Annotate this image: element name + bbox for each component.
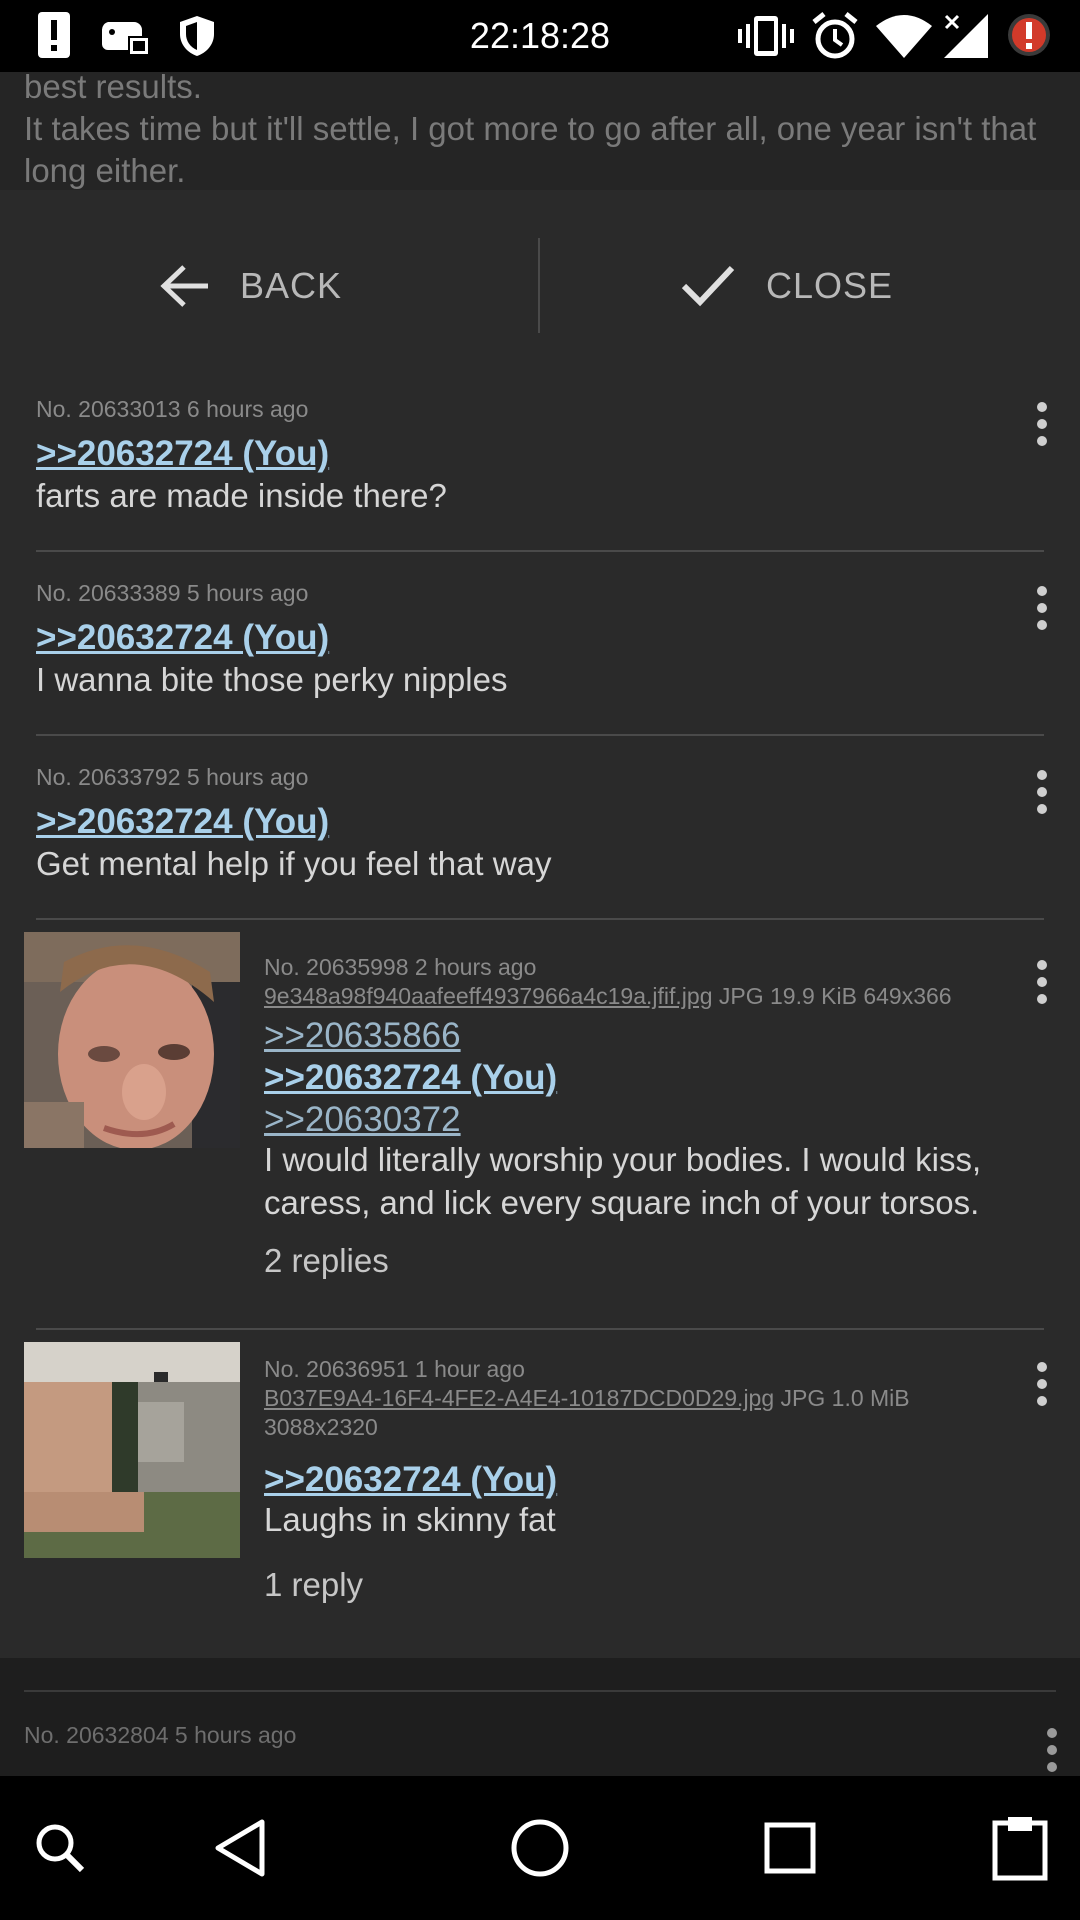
post-menu-button[interactable]: [1034, 586, 1050, 637]
close-label: CLOSE: [766, 265, 894, 306]
back-triangle-icon[interactable]: [200, 1776, 280, 1920]
post-body: farts are made inside there?: [36, 477, 447, 514]
post-divider: [24, 1690, 1056, 1692]
file-name-link[interactable]: 9e348a98f940aafeeff4937966a4c19a.jfif.jp…: [264, 983, 713, 1009]
post-divider: [36, 1328, 1044, 1330]
quote-link[interactable]: >>20632724 (You): [264, 1460, 557, 1500]
quote-link[interactable]: >>20632724 (You): [36, 434, 329, 474]
navigation-bar: [0, 1776, 1080, 1920]
file-info: B037E9A4-16F4-4FE2-A4E4-10187DCD0D29.jpg…: [264, 1384, 984, 1442]
replies-link[interactable]: 1 reply: [264, 1566, 363, 1604]
post-menu-button[interactable]: [1034, 770, 1050, 821]
post-body: I wanna bite those perky nipples: [36, 661, 508, 698]
post-meta: No. 20633792 5 hours ago: [36, 764, 309, 790]
reply-post: No. 20633013 6 hours ago >>20632724 (You…: [0, 380, 1080, 564]
status-bar: 22:18:28: [0, 0, 1080, 72]
post-thumbnail[interactable]: [24, 1342, 240, 1558]
post-meta: No. 20632804 5 hours ago: [24, 1722, 297, 1748]
file-details: JPG 19.9 KiB 649x366: [712, 983, 952, 1009]
post-meta: No. 20636951 1 hour ago: [264, 1356, 525, 1382]
reply-post: No. 20633389 5 hours ago >>20632724 (You…: [0, 564, 1080, 748]
file-details: JPG 1.0 MiB: [774, 1385, 910, 1411]
post-menu-button[interactable]: [1044, 1728, 1060, 1776]
dialog-toolbar: BACK CLOSE: [0, 190, 1080, 380]
back-button[interactable]: BACK: [160, 236, 342, 336]
replies-dialog: BACK CLOSE No. 20633013 6 hours ago >>20…: [0, 190, 1080, 1658]
replies-link[interactable]: 2 replies: [264, 1242, 389, 1280]
quote-link[interactable]: >>20630372: [264, 1100, 461, 1140]
clipboard-icon[interactable]: [980, 1776, 1060, 1920]
reply-post: No. 20636951 1 hour ago B037E9A4-16F4-4F…: [0, 1342, 1080, 1658]
post-menu-button[interactable]: [1034, 1362, 1050, 1413]
home-circle-icon[interactable]: [500, 1776, 580, 1920]
background-post-below: No. 20632804 5 hours ago: [0, 1658, 1080, 1776]
recents-square-icon[interactable]: [750, 1776, 830, 1920]
post-meta: No. 20635998 2 hours ago: [264, 954, 537, 980]
quote-link[interactable]: >>20632724 (You): [36, 802, 329, 842]
background-post: best results. It takes time but it'll se…: [0, 72, 1080, 190]
post-thumbnail[interactable]: [24, 932, 240, 1148]
error-badge-icon: [1006, 12, 1052, 63]
quote-link[interactable]: >>20632724 (You): [264, 1058, 557, 1098]
reply-post: No. 20635998 2 hours ago 9e348a98f940aaf…: [0, 932, 1080, 1342]
post-menu-button[interactable]: [1034, 402, 1050, 453]
close-button[interactable]: CLOSE: [680, 236, 893, 336]
file-dimensions: 3088x2320: [264, 1414, 378, 1440]
file-name-link[interactable]: B037E9A4-16F4-4FE2-A4E4-10187DCD0D29.jpg: [264, 1385, 774, 1411]
toolbar-divider: [538, 238, 540, 333]
arrow-back-icon: [160, 265, 208, 307]
search-icon[interactable]: [20, 1776, 100, 1920]
file-info: 9e348a98f940aafeeff4937966a4c19a.jfif.jp…: [264, 982, 1034, 1011]
post-body: I would literally worship your bodies. I…: [264, 1141, 982, 1221]
post-divider: [36, 734, 1044, 736]
wifi-icon: [876, 14, 932, 63]
signal-icon: [944, 14, 990, 63]
post-meta: No. 20633389 5 hours ago: [36, 580, 309, 606]
post-divider: [36, 550, 1044, 552]
vibrate-icon: [738, 14, 794, 63]
post-body: Get mental help if you feel that way: [36, 845, 552, 882]
post-meta: No. 20633013 6 hours ago: [36, 396, 309, 422]
alarm-icon: [812, 12, 858, 65]
back-label: BACK: [240, 265, 343, 306]
check-icon: [681, 265, 735, 307]
post-menu-button[interactable]: [1034, 960, 1050, 1011]
quote-link[interactable]: >>20632724 (You): [36, 618, 329, 658]
background-post-line: best results.: [24, 72, 202, 105]
background-post-line: It takes time but it'll settle, I got mo…: [24, 110, 1037, 189]
post-body: Laughs in skinny fat: [264, 1501, 556, 1538]
post-divider: [36, 918, 1044, 920]
reply-post: No. 20633792 5 hours ago >>20632724 (You…: [0, 748, 1080, 932]
quote-link[interactable]: >>20635866: [264, 1016, 461, 1056]
